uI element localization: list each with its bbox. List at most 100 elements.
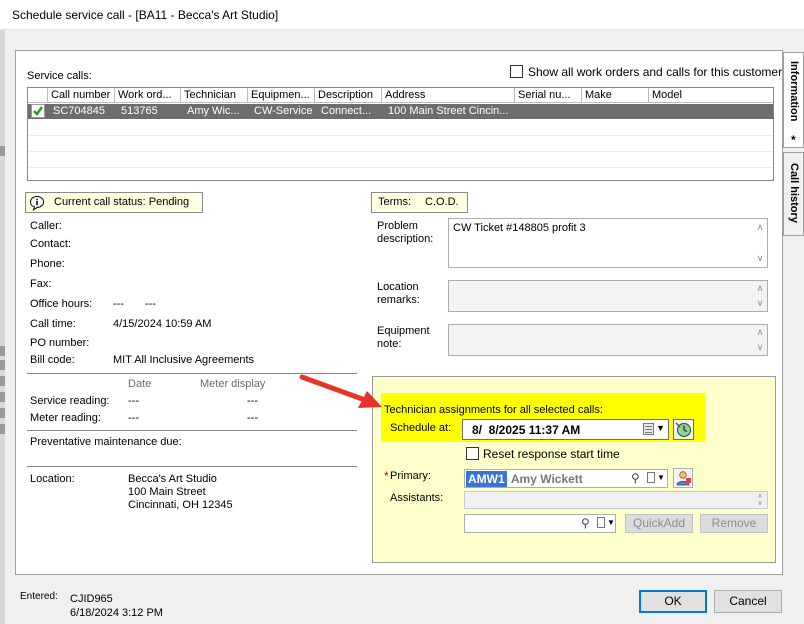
scroll-up-icon[interactable]: ∧ — [755, 283, 765, 294]
table-row[interactable]: SC704845 513765 Amy Wic... CW-Service Co… — [28, 104, 773, 119]
service-reading-label: Service reading: — [30, 395, 110, 407]
grid-row-divider — [28, 151, 773, 152]
grid-column-make[interactable]: Make — [582, 88, 649, 103]
grid-row-divider — [28, 135, 773, 136]
schedule-at-label: Schedule at: — [390, 422, 452, 434]
schedule-board-button[interactable] — [673, 419, 694, 440]
schedule-at-input[interactable]: 8/ 8/2025 11:37 AM ▼ — [462, 419, 669, 440]
assistant-search-input[interactable]: ⚲ ▼ — [464, 514, 616, 533]
scroll-up-icon[interactable]: ∧ — [755, 222, 765, 233]
background-mark — [0, 376, 5, 386]
entered-label: Entered: — [20, 591, 58, 602]
problem-description-value: CW Ticket #148805 profit 3 — [453, 222, 586, 234]
caller-label: Caller: — [30, 220, 62, 232]
window-title: Schedule service call - [BA11 - Becca's … — [12, 8, 279, 22]
scroll-down-icon[interactable]: ∨ — [755, 298, 765, 309]
assistants-label: Assistants: — [390, 492, 444, 504]
reset-response-label: Reset response start time — [483, 447, 620, 461]
background-mark — [0, 360, 5, 370]
tab-call-history-label: Call history — [788, 163, 800, 223]
grid-column-serial[interactable]: Serial nu... — [515, 88, 582, 103]
chevron-down-icon[interactable]: ▼ — [656, 423, 665, 433]
scroll-down-icon[interactable]: ∨ — [755, 342, 765, 353]
location-remarks-field[interactable]: ∧ ∨ — [448, 280, 768, 312]
background-window-edge — [0, 30, 5, 624]
ok-button[interactable]: OK — [639, 590, 707, 613]
chevron-down-icon[interactable]: ▼ — [607, 518, 615, 527]
tab-information[interactable]: Information * — [783, 52, 804, 148]
equipment-note-field[interactable]: ∧ ∨ — [448, 324, 768, 356]
problem-label-2: description: — [377, 233, 434, 245]
location-street: 100 Main Street — [128, 486, 206, 498]
location-label: Location: — [30, 473, 75, 485]
section-divider — [27, 466, 357, 467]
grid-column-select[interactable] — [28, 88, 48, 103]
grid-column-technician[interactable]: Technician — [181, 88, 248, 103]
checkmark-icon[interactable] — [30, 104, 46, 119]
reading-meter-header: Meter display — [200, 378, 266, 390]
office-hours-open: --- — [113, 298, 124, 310]
document-icon[interactable] — [597, 517, 605, 528]
reset-response-checkbox[interactable] — [466, 447, 479, 460]
cancel-button[interactable]: Cancel — [714, 590, 782, 613]
user-icon — [676, 471, 691, 486]
document-icon[interactable] — [647, 472, 655, 483]
search-icon[interactable]: ⚲ — [581, 516, 590, 530]
grid-column-description[interactable]: Description — [315, 88, 382, 103]
entered-user: CJID965 — [70, 593, 113, 605]
terms-value: C.O.D. — [425, 196, 459, 208]
office-hours-close: --- — [145, 298, 156, 310]
meter-reading-meter: --- — [247, 412, 258, 424]
schedule-at-value: 8/ 8/2025 11:37 AM — [472, 423, 581, 437]
location-remarks-label-2: remarks: — [377, 294, 420, 306]
grid-column-work-order[interactable]: Work ord... — [115, 88, 181, 103]
quickadd-button[interactable]: QuickAdd — [625, 514, 693, 533]
office-hours-label: Office hours: — [30, 298, 93, 310]
section-divider — [27, 430, 357, 431]
background-mark — [0, 424, 5, 434]
call-status-box: Current call status: Pending — [25, 192, 203, 213]
grid-column-call-number[interactable]: Call number — [48, 88, 115, 103]
calendar-icon[interactable] — [643, 423, 654, 435]
technician-lookup-button[interactable] — [673, 468, 693, 488]
scroll-up-icon[interactable]: ∧ — [755, 327, 765, 338]
grid-row-divider — [28, 167, 773, 168]
assistants-list[interactable]: ∧ ∨ — [464, 491, 768, 509]
terms-box: Terms: C.O.D. — [371, 192, 468, 213]
tab-call-history[interactable]: Call history — [783, 152, 804, 236]
reading-date-header: Date — [128, 378, 152, 390]
location-city: Cincinnati, OH 12345 — [128, 499, 233, 511]
phone-label: Phone: — [30, 258, 65, 270]
cell-address: 100 Main Street Cincin... — [388, 105, 509, 117]
grid-column-equipment[interactable]: Equipmen... — [248, 88, 315, 103]
scroll-down-icon[interactable]: ∨ — [755, 253, 765, 264]
grid-column-model[interactable]: Model — [649, 88, 773, 103]
chevron-down-icon[interactable]: ▼ — [657, 473, 665, 482]
problem-description-field[interactable]: CW Ticket #148805 profit 3 ∧ ∨ — [448, 218, 768, 268]
background-mark — [0, 146, 5, 156]
scroll-down-icon[interactable]: ∨ — [755, 499, 765, 507]
service-reading-meter: --- — [247, 395, 258, 407]
background-mark — [0, 346, 5, 356]
remove-button[interactable]: Remove — [700, 514, 768, 533]
meter-reading-label: Meter reading: — [30, 412, 101, 424]
po-number-label: PO number: — [30, 337, 90, 349]
tab-information-label: Information — [788, 61, 800, 122]
meter-reading-date: --- — [128, 412, 139, 424]
primary-technician-code: AMW1 — [466, 471, 507, 487]
cell-call-number: SC704845 — [53, 105, 105, 117]
grid-column-address[interactable]: Address — [382, 88, 515, 103]
show-all-checkbox[interactable] — [510, 65, 523, 78]
primary-technician-input[interactable]: AMW1 - Amy Wickett ⚲ ▼ — [464, 469, 668, 488]
search-icon[interactable]: ⚲ — [631, 471, 640, 485]
unsaved-marker: * — [791, 133, 796, 147]
cell-equipment: CW-Service — [254, 105, 313, 117]
service-calls-grid[interactable]: Call number Work ord... Technician Equip… — [27, 87, 774, 181]
grid-header: Call number Work ord... Technician Equip… — [28, 88, 773, 103]
problem-label-1: Problem — [377, 220, 418, 232]
equipment-note-label-2: note: — [377, 338, 402, 350]
cell-technician: Amy Wic... — [187, 105, 240, 117]
info-bubble-icon — [29, 195, 45, 211]
cell-work-order: 513765 — [121, 105, 158, 117]
terms-label: Terms: — [378, 196, 411, 208]
